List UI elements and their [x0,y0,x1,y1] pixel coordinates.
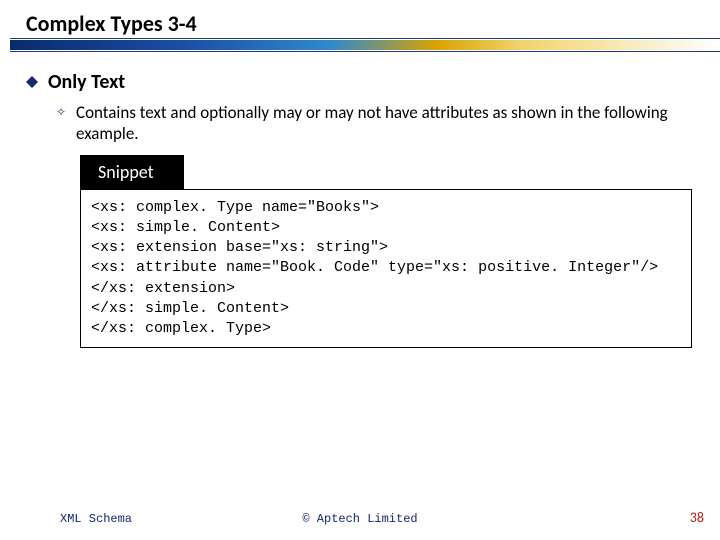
diamond-bullet-icon [26,76,38,88]
section-heading: Only Text [48,70,125,94]
divider-line [10,51,720,52]
snippet-label: Snippet [80,155,184,189]
slide: Complex Types 3-4 Only Text ✧ Contains t… [0,0,720,540]
heading-row: Only Text [26,70,694,94]
code-snippet: <xs: complex. Type name="Books"> <xs: si… [80,189,692,349]
diamond-sub-bullet-icon: ✧ [56,107,68,119]
page-number: 38 [690,509,704,526]
slide-title: Complex Types 3-4 [26,10,197,37]
slide-body: Only Text ✧ Contains text and optionally… [26,70,694,348]
header-stripe [10,40,720,50]
footer-center: © Aptech Limited [0,512,720,526]
paragraph-row: ✧ Contains text and optionally may or ma… [56,102,694,145]
divider-line [10,38,720,39]
footer: XML Schema © Aptech Limited 38 [0,506,720,526]
title-bar: Complex Types 3-4 [0,0,720,54]
paragraph-text: Contains text and optionally may or may … [76,102,694,145]
